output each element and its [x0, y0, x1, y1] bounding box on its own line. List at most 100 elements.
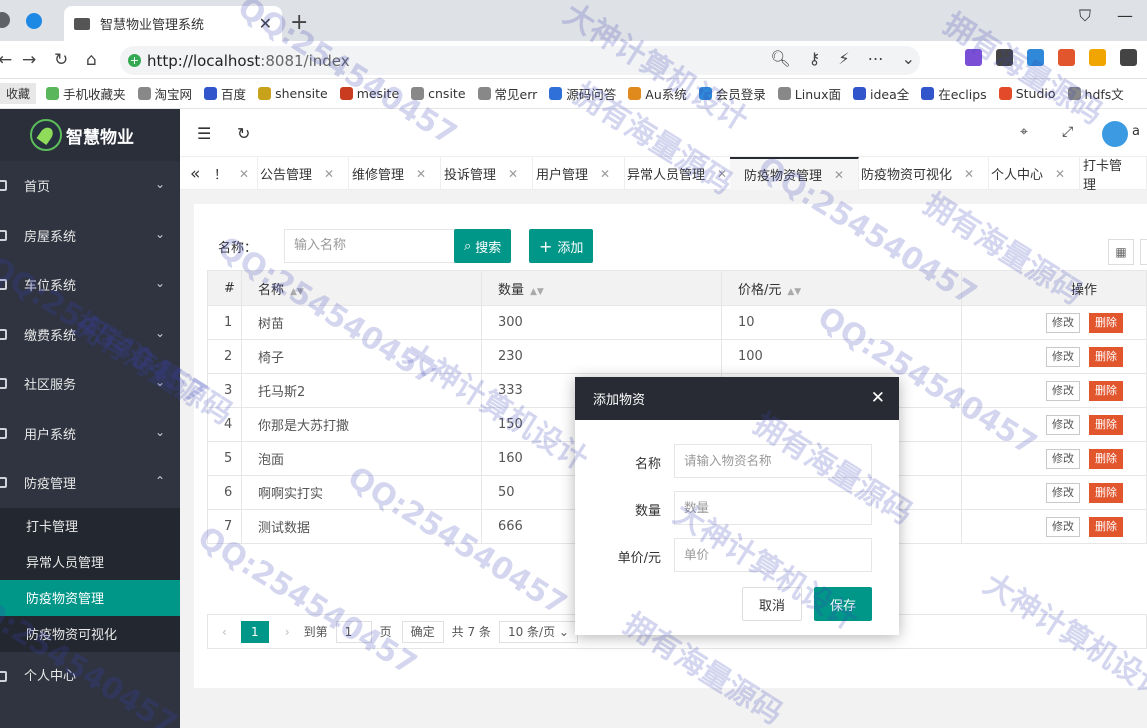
columns-icon[interactable]: ▦: [1108, 239, 1134, 265]
close-tab-icon[interactable]: ✕: [508, 167, 518, 181]
delete-button[interactable]: 删除: [1089, 312, 1123, 333]
goto-confirm-button[interactable]: 确定: [401, 620, 444, 643]
grid-ext-icon[interactable]: [1120, 49, 1137, 66]
save-button[interactable]: 保存: [814, 587, 872, 621]
shield-ext-icon[interactable]: [1089, 49, 1106, 66]
search-button[interactable]: ⌕ 搜索: [454, 229, 512, 263]
game-ext-icon[interactable]: [1058, 49, 1075, 66]
bookmark-item[interactable]: 源码问答: [549, 84, 616, 103]
sidebar-subitem[interactable]: 防疫物资可视化: [0, 616, 180, 652]
scissors-ext-icon[interactable]: [996, 49, 1013, 66]
new-tab-icon[interactable]: +: [290, 10, 308, 35]
cancel-button[interactable]: 取消: [742, 587, 802, 621]
edit-button[interactable]: 修改: [1046, 516, 1080, 537]
sidebar-item[interactable]: 防疫管理 ⌃: [0, 458, 180, 508]
export-icon[interactable]: [1140, 239, 1147, 265]
page-size-select[interactable]: 10 条/页 ⌄: [498, 620, 578, 643]
refresh-icon[interactable]: ↻: [237, 124, 250, 143]
tag-icon[interactable]: ⌖: [1020, 124, 1028, 140]
tab-search-icon[interactable]: ⛉: [1079, 6, 1091, 26]
avatar[interactable]: [1102, 121, 1128, 147]
tab-page[interactable]: 防疫物资可视化 ✕: [847, 157, 990, 190]
telegram-tab-icon[interactable]: [26, 13, 42, 29]
browser-tab-active[interactable]: 智慧物业管理系统 ✕: [64, 6, 282, 41]
tab-page[interactable]: 公告管理 ✕: [246, 157, 350, 190]
bookmark-item[interactable]: 会员登录: [698, 84, 766, 103]
tab-page[interactable]: 用户管理 ✕: [522, 157, 626, 190]
sort-icon[interactable]: ▲▼: [787, 287, 801, 297]
bookmark-item[interactable]: 淘宝网: [137, 84, 192, 103]
prev-page-icon[interactable]: ‹: [222, 625, 227, 639]
translate-ext-icon[interactable]: [965, 49, 982, 66]
next-page-icon[interactable]: ›: [285, 625, 290, 639]
sidebar-subitem[interactable]: 防疫物资管理: [0, 579, 180, 616]
sort-icon[interactable]: ▲▼: [290, 287, 304, 297]
price-field[interactable]: 单价: [674, 538, 872, 572]
sidebar-item[interactable]: 首页 ⌄: [0, 161, 180, 211]
close-tab-icon[interactable]: ✕: [1055, 167, 1065, 181]
sidebar-item[interactable]: 缴费系统 ⌄: [0, 310, 180, 360]
sidebar-item[interactable]: 用户系统 ⌄: [0, 409, 180, 459]
sidebar-item[interactable]: 房屋系统 ⌄: [0, 211, 180, 261]
back-icon[interactable]: ←: [0, 50, 12, 70]
quantity-field[interactable]: 数量: [674, 491, 872, 525]
bookmark-item[interactable]: Studio: [998, 86, 1056, 101]
pinned-tab-icon[interactable]: [0, 12, 10, 28]
sidebar-item-profile[interactable]: 个人中心: [0, 652, 180, 698]
more-icon[interactable]: ⋯: [868, 49, 884, 68]
sidebar-item[interactable]: 社区服务 ⌄: [0, 359, 180, 409]
bookmark-item[interactable]: cnsite: [411, 86, 466, 101]
tab-page[interactable]: 打卡管理: [1069, 157, 1147, 193]
tab-page[interactable]: 投诉管理 ✕: [430, 157, 534, 190]
delete-button[interactable]: 删除: [1089, 482, 1123, 503]
close-tab-icon[interactable]: ✕: [600, 167, 610, 181]
edit-button[interactable]: 修改: [1046, 346, 1080, 367]
bookmark-item[interactable]: 在eclips: [921, 84, 987, 103]
add-button[interactable]: + 添加: [529, 229, 594, 263]
bookmark-item[interactable]: 百度: [204, 84, 246, 103]
table-header[interactable]: 价格/元 ▲▼: [721, 270, 962, 306]
name-field[interactable]: 请输入物资名称: [674, 444, 872, 478]
bookmark-item[interactable]: shensite: [258, 86, 328, 101]
bookmark-item[interactable]: Linux面: [777, 84, 841, 103]
bookmark-item[interactable]: hdfs文: [1067, 84, 1124, 103]
search-input[interactable]: 输入名称: [284, 229, 456, 263]
tab-page[interactable]: 防疫物资管理 ✕: [730, 157, 860, 190]
edit-button[interactable]: 修改: [1046, 380, 1080, 401]
bookmark-item[interactable]: idea全: [852, 84, 909, 103]
delete-button[interactable]: 删除: [1089, 516, 1123, 537]
close-tab-icon[interactable]: ✕: [259, 14, 272, 33]
reload-icon[interactable]: ↻: [54, 50, 68, 70]
edit-button[interactable]: 修改: [1046, 482, 1080, 503]
delete-button[interactable]: 删除: [1089, 448, 1123, 469]
table-header[interactable]: 数量 ▲▼: [481, 270, 722, 306]
fullscreen-icon[interactable]: ⤢: [1062, 124, 1073, 140]
tab-page[interactable]: 异常人员管理 ✕: [613, 157, 743, 190]
zoom-icon[interactable]: 🔍︎: [770, 49, 790, 68]
sidebar-subitem[interactable]: 打卡管理: [0, 508, 180, 544]
user-name[interactable]: a: [1132, 124, 1140, 139]
tab-page[interactable]: 个人中心 ✕: [977, 157, 1081, 190]
home-icon[interactable]: ⌂: [86, 50, 97, 70]
page-number-current[interactable]: 1: [240, 620, 269, 643]
chevron-down-icon[interactable]: ⌄: [902, 49, 915, 68]
sidebar-subitem[interactable]: 异常人员管理: [0, 544, 180, 580]
bookmark-item[interactable]: mesite: [339, 86, 399, 101]
bookmark-item[interactable]: 手机收藏夹: [46, 84, 126, 103]
bookmark-folder-select[interactable]: 收藏: [0, 83, 37, 104]
tab-page[interactable]: 维修管理 ✕: [338, 157, 442, 190]
close-tab-icon[interactable]: ✕: [416, 167, 426, 181]
bolt-icon[interactable]: ⚡︎: [838, 49, 849, 68]
menu-toggle-icon[interactable]: ☰: [197, 124, 211, 143]
bookmark-item[interactable]: Au系统: [628, 84, 687, 103]
bookmark-item[interactable]: 常见err: [477, 84, 537, 103]
minimize-icon[interactable]: —: [1117, 6, 1133, 26]
forward-icon[interactable]: →: [22, 50, 36, 70]
close-tab-icon[interactable]: ✕: [834, 168, 844, 182]
close-tab-icon[interactable]: ✕: [964, 167, 974, 181]
key-icon[interactable]: ⚷: [809, 49, 821, 68]
delete-button[interactable]: 删除: [1089, 414, 1123, 435]
goto-page-input[interactable]: 1: [335, 620, 372, 643]
delete-button[interactable]: 删除: [1089, 346, 1123, 367]
edit-button[interactable]: 修改: [1046, 448, 1080, 469]
